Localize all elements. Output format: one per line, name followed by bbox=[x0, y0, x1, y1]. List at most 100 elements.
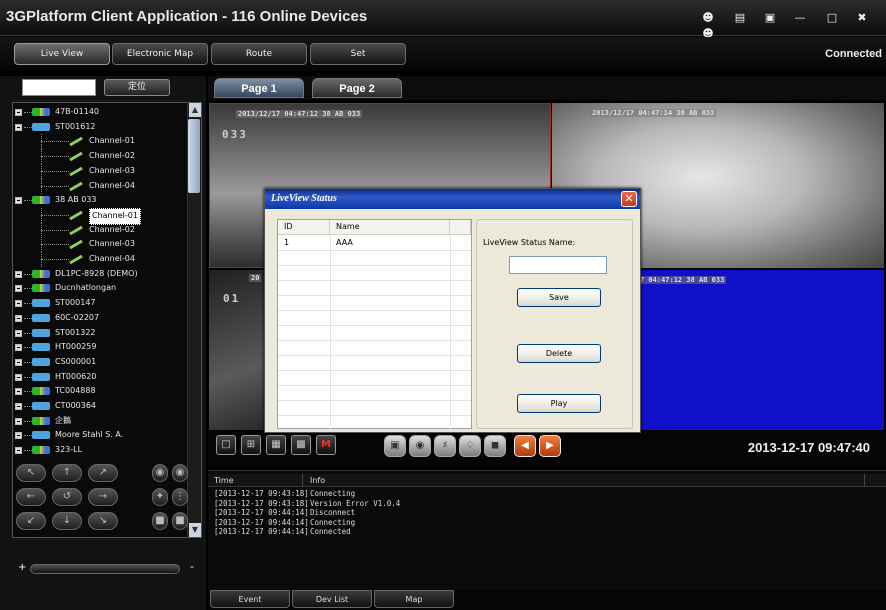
zoom-out-icon[interactable]: ■ bbox=[172, 512, 188, 530]
iris-close-icon[interactable]: ⋮ bbox=[172, 488, 188, 506]
ptz-auto-icon[interactable]: ↺ bbox=[52, 488, 82, 506]
expand-icon[interactable] bbox=[15, 329, 22, 337]
slider-track[interactable] bbox=[30, 564, 180, 574]
tab-page-1[interactable]: Page 1 bbox=[214, 78, 304, 98]
stop-all-icon[interactable]: ◼ bbox=[484, 435, 506, 457]
users-icon[interactable]: ☻☻ bbox=[698, 10, 718, 40]
log-row[interactable]: [2013-12-17 09:44:14] Connected bbox=[214, 527, 351, 537]
expand-icon[interactable] bbox=[15, 109, 22, 116]
tree-label: 38 AB 033 bbox=[55, 195, 97, 205]
tab-map[interactable]: Map bbox=[374, 590, 454, 608]
expand-icon[interactable] bbox=[15, 417, 22, 425]
status-name-input[interactable] bbox=[509, 256, 607, 274]
play-button[interactable]: Play bbox=[517, 394, 601, 413]
iris-open-icon[interactable]: ✦ bbox=[152, 488, 168, 506]
log-col-time[interactable]: Time bbox=[214, 474, 234, 487]
status-name-label: LiveView Status Name: bbox=[483, 238, 576, 247]
ptz-down-left-icon[interactable]: ↙ bbox=[16, 512, 46, 530]
ptz-down-icon[interactable]: ↓ bbox=[52, 512, 82, 530]
focus-near-icon[interactable]: ◉ bbox=[152, 464, 168, 482]
layout-9-icon[interactable]: ▦ bbox=[266, 435, 286, 455]
expand-icon[interactable] bbox=[15, 123, 22, 131]
expand-icon[interactable] bbox=[15, 300, 22, 308]
log-info: Connected bbox=[310, 527, 351, 537]
maximize-icon[interactable]: □ bbox=[822, 10, 842, 26]
log-row[interactable]: [2013-12-17 09:43:18] Version Error V1.0.… bbox=[214, 499, 400, 509]
tab-dev-list[interactable]: Dev List bbox=[292, 590, 372, 608]
minimize-icon[interactable]: — bbox=[790, 10, 810, 26]
expand-icon[interactable] bbox=[15, 314, 22, 322]
table-col-name[interactable]: Name bbox=[330, 220, 450, 235]
dialog-title: LiveView Status bbox=[271, 193, 337, 204]
video-overlay-text: 033 bbox=[222, 128, 248, 141]
monitor-icon[interactable]: ♢ bbox=[459, 435, 481, 457]
expand-icon[interactable] bbox=[15, 285, 22, 293]
snapshot-icon[interactable]: ▣ bbox=[384, 435, 406, 457]
tab-page-2[interactable]: Page 2 bbox=[312, 78, 402, 98]
prev-page-icon[interactable]: ◀ bbox=[514, 435, 536, 457]
nav-live-view[interactable]: Live View bbox=[14, 43, 110, 65]
log-row[interactable]: [2013-12-17 09:44:14] Connecting bbox=[214, 518, 355, 528]
speed-slider[interactable]: + - bbox=[14, 560, 204, 578]
table-cell-name[interactable]: AAA bbox=[336, 236, 353, 250]
ptz-left-icon[interactable]: ← bbox=[16, 488, 46, 506]
ptz-up-left-icon[interactable]: ↖ bbox=[16, 464, 46, 482]
layout-custom-icon[interactable]: M bbox=[316, 435, 336, 455]
layout-icon[interactable]: ▤ bbox=[730, 10, 750, 26]
layout-1-icon[interactable]: □ bbox=[216, 435, 236, 455]
app-title: 3GPlatform Client Application - 116 Onli… bbox=[6, 8, 368, 25]
locate-button[interactable]: 定位 bbox=[104, 79, 170, 96]
tab-event[interactable]: Event bbox=[210, 590, 290, 608]
video-osd: 7 04:47:12 38 AB 033 bbox=[638, 276, 727, 284]
tree-label: 60C-02207 bbox=[55, 312, 100, 322]
layout-4-icon[interactable]: ⊞ bbox=[241, 435, 261, 455]
dialog-titlebar[interactable]: LiveView Status ✕ bbox=[265, 189, 640, 209]
nav-electronic-map[interactable]: Electronic Map bbox=[112, 43, 208, 65]
talk-icon[interactable]: ♯ bbox=[434, 435, 456, 457]
scroll-up-icon[interactable]: ▲ bbox=[189, 103, 201, 117]
ptz-down-right-icon[interactable]: ↘ bbox=[88, 512, 118, 530]
zoom-in-icon[interactable]: ■ bbox=[152, 512, 168, 530]
layout-16-icon[interactable]: ▩ bbox=[291, 435, 311, 455]
ptz-right-icon[interactable]: → bbox=[88, 488, 118, 506]
plus-icon[interactable]: + bbox=[18, 562, 26, 573]
tree-label: CS000001 bbox=[55, 356, 97, 366]
focus-far-icon[interactable]: ◉ bbox=[172, 464, 188, 482]
tree-label: ST000147 bbox=[55, 298, 96, 308]
dialog-close-icon[interactable]: ✕ bbox=[621, 191, 637, 207]
log-col-info[interactable]: Info bbox=[310, 474, 325, 487]
next-page-icon[interactable]: ▶ bbox=[539, 435, 561, 457]
device-icon bbox=[32, 416, 50, 425]
save-button[interactable]: Save bbox=[517, 288, 601, 307]
log-row[interactable]: [2013-12-17 09:44:14] Disconnect bbox=[214, 508, 355, 518]
expand-icon[interactable] bbox=[15, 388, 22, 396]
nav-route[interactable]: Route bbox=[211, 43, 307, 65]
restore-icon[interactable]: ▣ bbox=[760, 10, 780, 26]
delete-button[interactable]: Delete bbox=[517, 344, 601, 363]
minus-icon[interactable]: - bbox=[190, 560, 194, 573]
table-cell-id[interactable]: 1 bbox=[284, 236, 289, 250]
expand-icon[interactable] bbox=[15, 270, 22, 278]
expand-icon[interactable] bbox=[15, 358, 22, 366]
ptz-up-icon[interactable]: ↑ bbox=[52, 464, 82, 482]
status-table[interactable]: ID Name 1 AAA bbox=[277, 219, 472, 431]
expand-icon[interactable] bbox=[15, 197, 22, 205]
expand-icon[interactable] bbox=[15, 403, 22, 410]
search-input[interactable] bbox=[22, 79, 96, 96]
log-info: Connecting bbox=[310, 489, 356, 498]
record-icon[interactable]: ◉ bbox=[409, 435, 431, 457]
expand-icon[interactable] bbox=[15, 373, 22, 381]
tree-label: Ducnhatlongan bbox=[55, 283, 117, 293]
expand-icon[interactable] bbox=[15, 432, 22, 440]
close-icon[interactable]: ✖ bbox=[852, 10, 872, 26]
log-row[interactable]: [2013-12-17 09:43:18] Connecting bbox=[214, 489, 355, 499]
nav-set[interactable]: Set bbox=[310, 43, 406, 65]
scroll-thumb[interactable] bbox=[188, 119, 200, 193]
expand-icon[interactable] bbox=[15, 447, 22, 455]
table-col-extra[interactable] bbox=[450, 220, 471, 235]
device-icon bbox=[32, 387, 50, 396]
ptz-up-right-icon[interactable]: ↗ bbox=[88, 464, 118, 482]
expand-icon[interactable] bbox=[15, 344, 22, 352]
table-col-id[interactable]: ID bbox=[278, 220, 330, 235]
device-icon bbox=[32, 284, 50, 293]
